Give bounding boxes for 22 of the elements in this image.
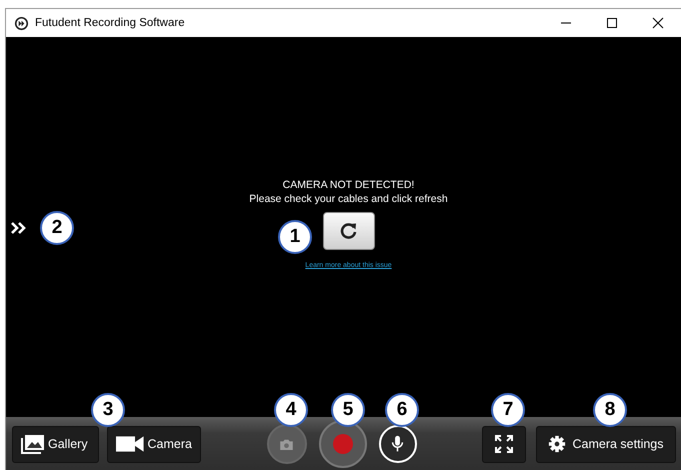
error-heading: CAMERA NOT DETECTED! <box>282 178 414 192</box>
refresh-button[interactable] <box>322 212 374 250</box>
camera-button[interactable]: Camera <box>107 426 201 462</box>
record-dot-icon <box>332 434 352 454</box>
maximize-icon <box>606 17 618 29</box>
gear-icon <box>548 435 566 453</box>
video-camera-icon <box>116 435 145 453</box>
expand-sidebar-icon[interactable] <box>10 221 28 235</box>
gallery-button[interactable]: Gallery <box>12 426 99 462</box>
refresh-icon <box>338 220 358 240</box>
close-icon <box>652 17 664 29</box>
microphone-icon <box>391 435 404 453</box>
error-message: Please check your cables and click refresh <box>249 192 448 206</box>
expand-icon <box>494 434 514 454</box>
fullscreen-button[interactable] <box>482 426 526 462</box>
microphone-button[interactable] <box>378 425 416 463</box>
window-title: Futudent Recording Software <box>35 17 185 29</box>
photos-folder-icon <box>21 434 45 454</box>
camera-settings-button[interactable]: Camera settings <box>536 426 676 462</box>
app-logo-icon <box>14 16 29 30</box>
camera-icon <box>280 438 293 450</box>
record-button[interactable] <box>318 420 366 468</box>
